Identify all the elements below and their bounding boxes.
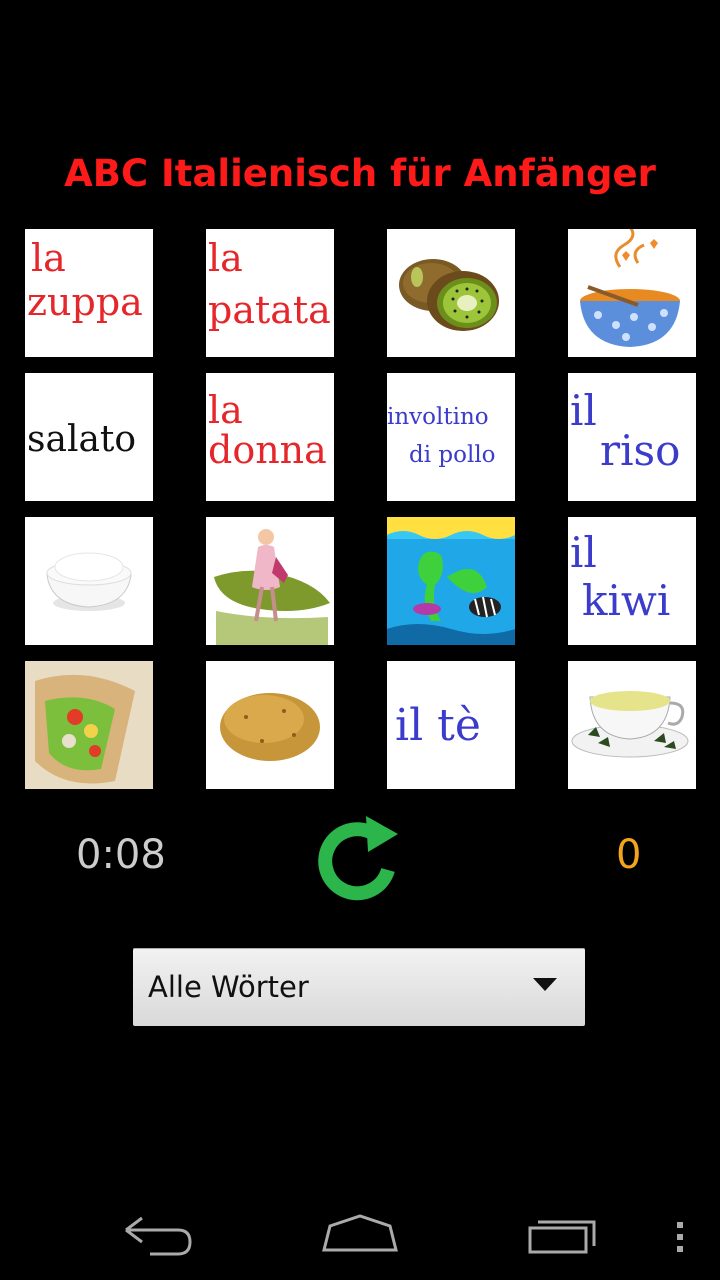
timer: 0:08: [76, 832, 166, 878]
card-wrap-image[interactable]: [25, 661, 153, 789]
card-word: il riso: [568, 373, 696, 501]
woman-walking-image: [214, 529, 330, 645]
card-word: la patata: [206, 229, 334, 357]
dropdown-selected-value: Alle Wörter: [148, 970, 309, 1004]
card-word: la donna: [206, 373, 334, 501]
dropdown-arrow-icon: [533, 978, 557, 991]
word-line-1: il: [570, 386, 597, 435]
refresh-button[interactable]: [318, 812, 406, 904]
word-line-1: la: [31, 236, 66, 280]
soup-bowl-image: [580, 229, 680, 347]
card-word: involtino di pollo: [387, 373, 515, 501]
word-line-2: riso: [600, 426, 681, 475]
word-line-2: di pollo: [409, 442, 496, 468]
word-line-1: la: [208, 388, 243, 432]
word-line-2: kiwi: [582, 576, 671, 625]
home-icon: [322, 1214, 398, 1252]
word-line-1: la: [208, 236, 243, 280]
card-kiwi-image[interactable]: [387, 229, 515, 357]
card-word: la zuppa: [25, 229, 153, 357]
card-word: il kiwi: [568, 517, 696, 645]
potato-image: [220, 693, 320, 761]
word-line-1: salato: [27, 419, 137, 460]
card-potato-image[interactable]: [206, 661, 334, 789]
word-line-2: patata: [208, 288, 331, 332]
recent-apps-button[interactable]: [524, 1216, 600, 1260]
card-word: il tè: [387, 661, 515, 789]
refresh-icon: [318, 816, 398, 901]
aquarium-fish-image: [387, 517, 515, 645]
home-button[interactable]: [320, 1214, 400, 1258]
recent-apps-icon: [528, 1220, 596, 1254]
card-la-donna[interactable]: la donna: [206, 373, 334, 501]
card-involtino-di-pollo[interactable]: involtino di pollo: [387, 373, 515, 501]
card-la-patata[interactable]: la patata: [206, 229, 334, 357]
tea-cup-image: [571, 691, 689, 758]
word-line-2: donna: [208, 428, 327, 472]
back-button[interactable]: [120, 1212, 200, 1260]
word-line-1: il tè: [395, 700, 481, 751]
card-il-te[interactable]: il tè: [387, 661, 515, 789]
card-il-kiwi[interactable]: il kiwi: [568, 517, 696, 645]
chicken-wrap-image: [25, 661, 153, 789]
word-line-1: il: [570, 528, 597, 577]
system-navigation-bar: [0, 1190, 720, 1280]
word-line-1: involtino: [387, 404, 489, 430]
card-salato[interactable]: salato: [25, 373, 153, 501]
back-icon: [125, 1216, 192, 1256]
card-word: salato: [25, 373, 153, 501]
word-line-2: zuppa: [27, 280, 143, 324]
kiwi-fruit-image: [399, 259, 499, 331]
card-la-zuppa[interactable]: la zuppa: [25, 229, 153, 357]
app-title: ABC Italienisch für Anfänger: [64, 152, 656, 195]
score: 0: [616, 832, 642, 878]
rice-bowl-image: [46, 552, 132, 611]
card-tea-image[interactable]: [568, 661, 696, 789]
card-woman-image[interactable]: [206, 517, 334, 645]
card-rice-image[interactable]: [25, 517, 153, 645]
card-il-riso[interactable]: il riso: [568, 373, 696, 501]
overflow-menu-button[interactable]: [672, 1216, 688, 1260]
word-filter-dropdown[interactable]: Alle Wörter: [133, 948, 585, 1026]
card-aquarium-image[interactable]: [387, 517, 515, 645]
overflow-menu-icon: [677, 1222, 683, 1252]
card-soup-image[interactable]: [568, 229, 696, 357]
